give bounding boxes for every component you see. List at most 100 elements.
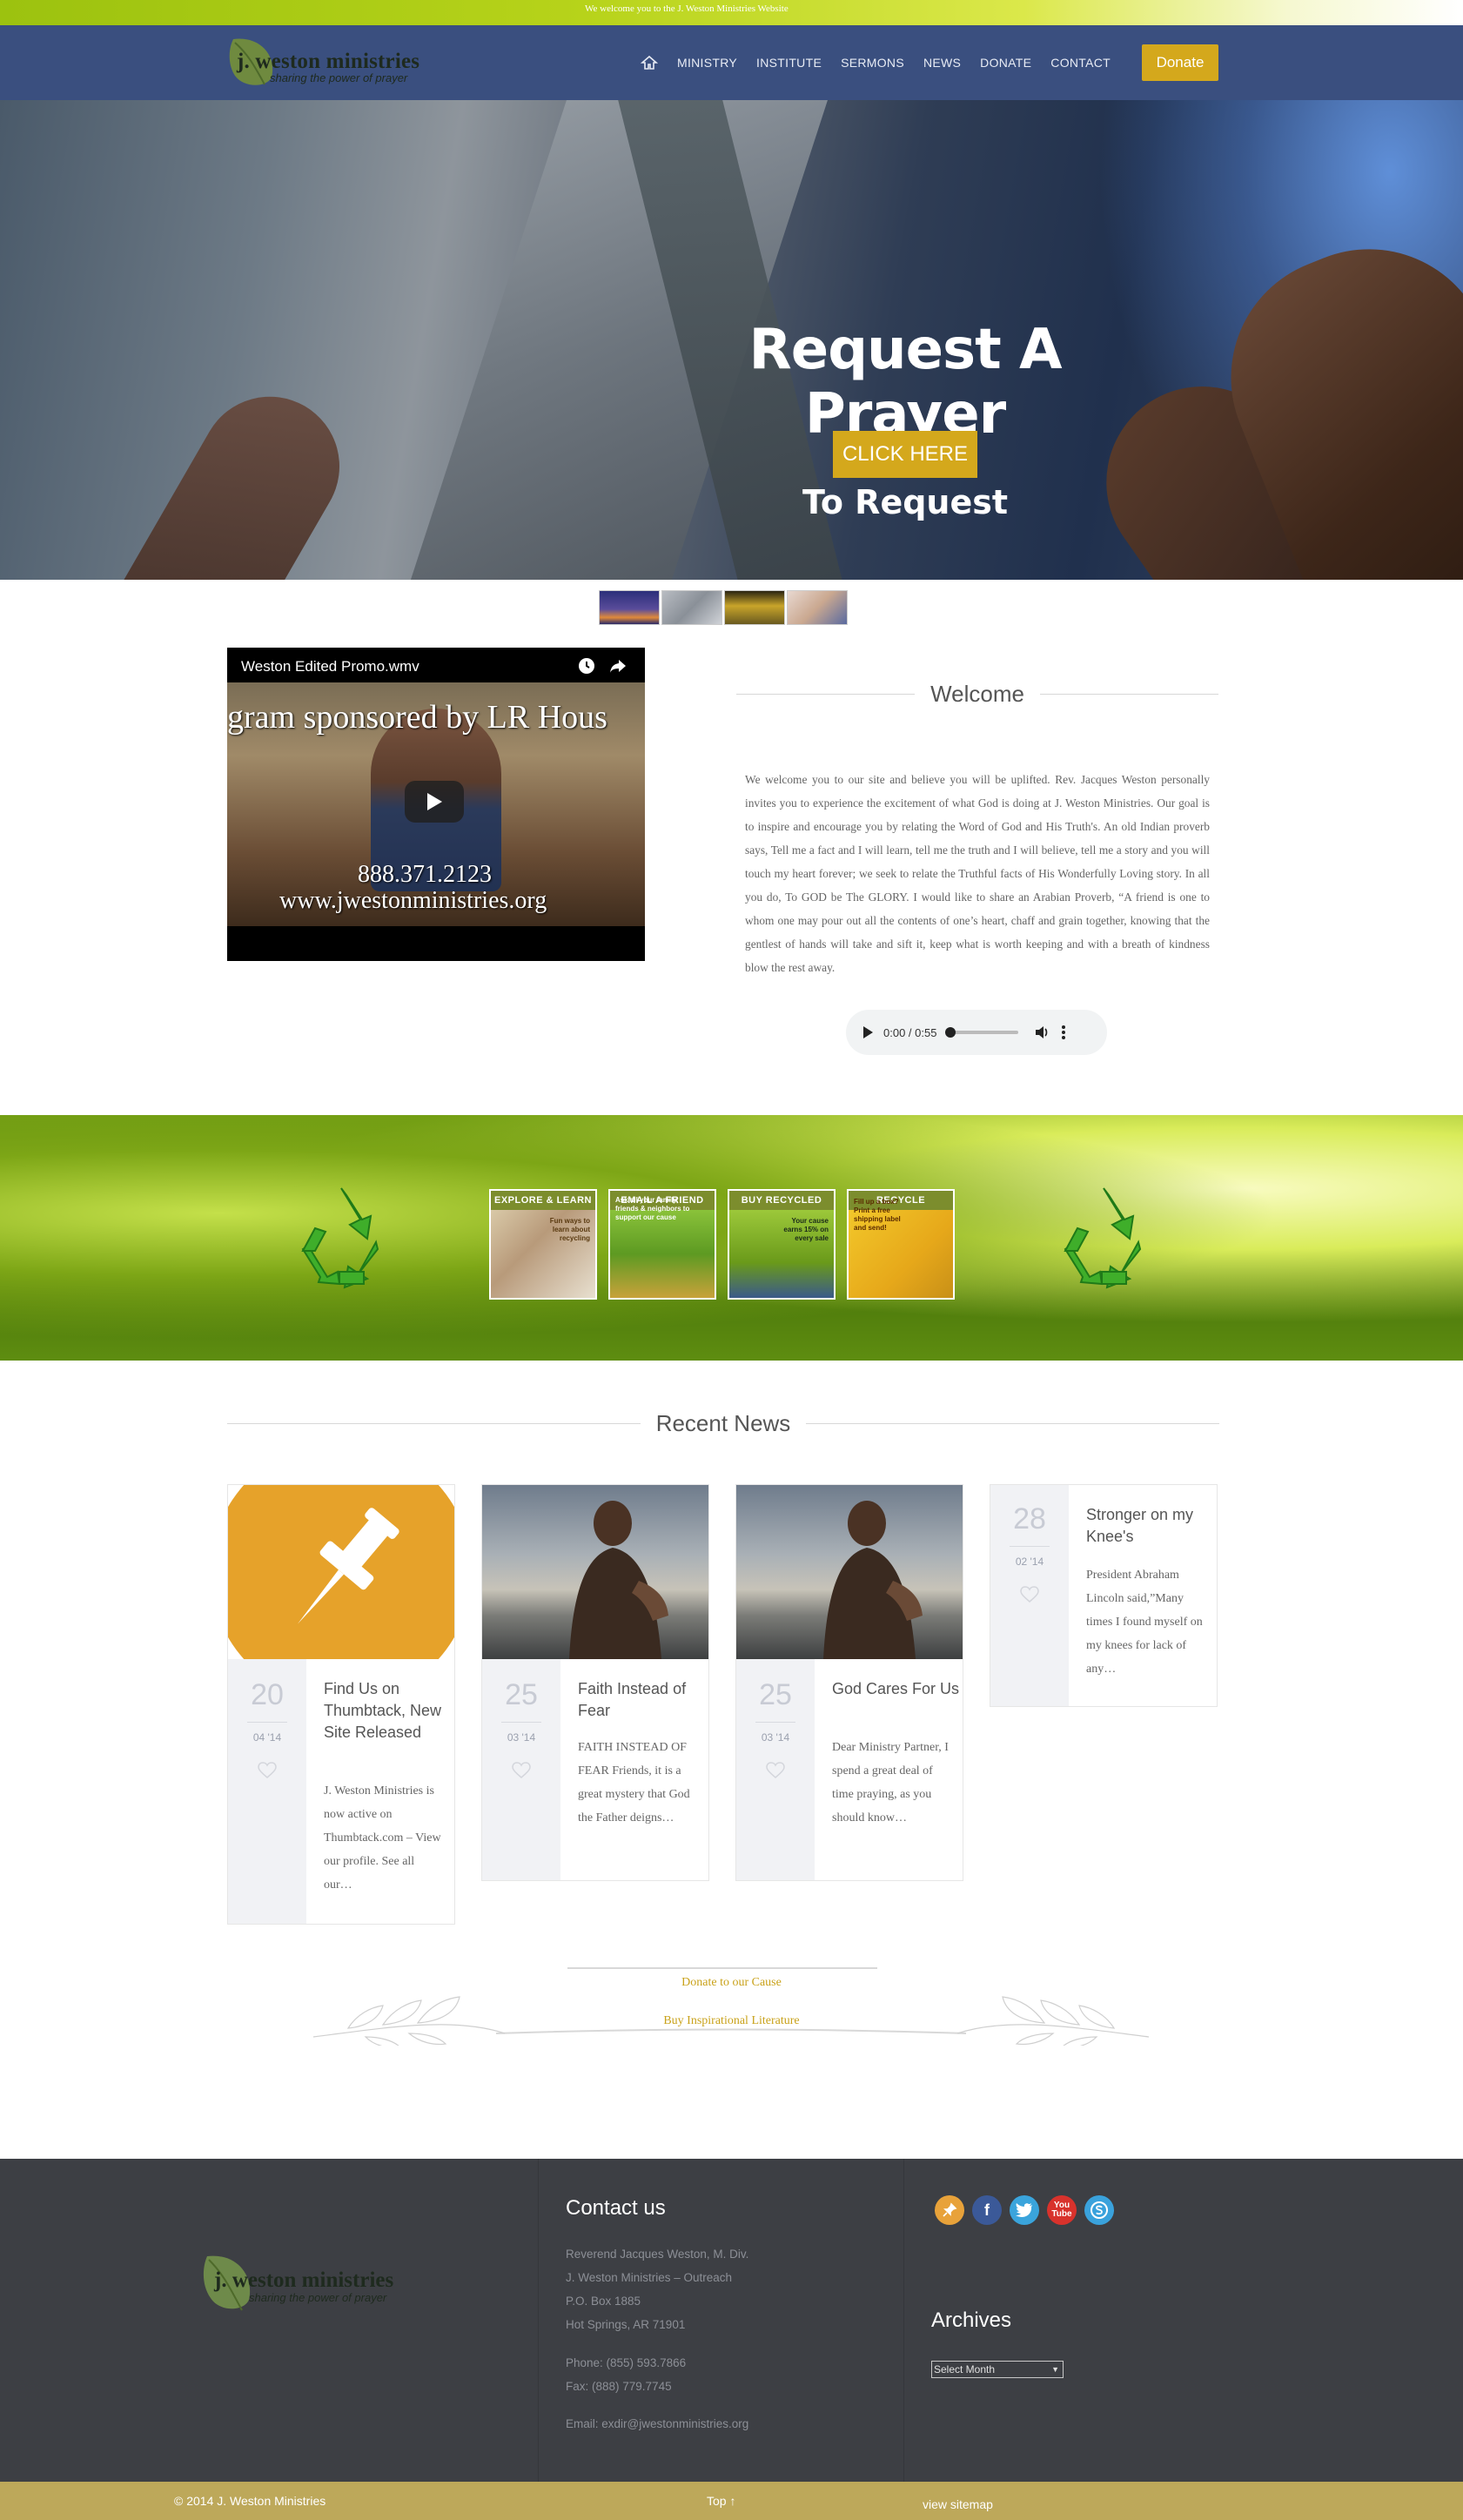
recent-news-title: Recent News [655, 1410, 791, 1436]
nav-news[interactable]: NEWS [923, 56, 961, 70]
more-options-icon[interactable] [1062, 1025, 1066, 1039]
promo-explore-learn[interactable]: EXPLORE & LEARN Fun ways to learn about … [489, 1189, 597, 1300]
footer-logo[interactable]: j. weston ministries sharing the power o… [197, 2249, 440, 2319]
footer-logo-name: j. weston ministries [214, 2268, 394, 2292]
logo-name: j. weston ministries [237, 50, 420, 73]
bird-glyph-icon [1016, 2203, 1032, 2217]
news-title[interactable]: God Cares For Us [832, 1678, 963, 1700]
logo-tagline: sharing the power of prayer [270, 71, 408, 84]
promo-buy-recycled[interactable]: BUY RECYCLED Your cause earns 15% on eve… [728, 1189, 836, 1300]
pushpin-icon [228, 1485, 454, 1659]
youtube-icon[interactable]: You Tube [1047, 2195, 1077, 2225]
audio-play-icon[interactable] [863, 1026, 873, 1038]
share-icon[interactable] [608, 656, 627, 675]
news-card[interactable]: 25 03 '14 Faith Instead of Fear FAITH IN… [481, 1484, 709, 1881]
heart-icon[interactable] [1020, 1586, 1039, 1603]
hero-cta-button[interactable]: CLICK HERE [833, 431, 977, 478]
video-player[interactable]: gram sponsored by LR Hous 888.371.2123 w… [227, 648, 645, 961]
archives-heading: Archives [931, 2308, 1012, 2332]
news-title[interactable]: Find Us on Thumbtack, New Site Released [324, 1678, 454, 1744]
nav-ministry[interactable]: MINISTRY [677, 56, 737, 70]
news-excerpt: Dear Ministry Partner, I spend a great d… [832, 1741, 949, 1824]
news-title[interactable]: Stronger on my Knee's [1086, 1504, 1217, 1548]
promo-label: EXPLORE & LEARN [491, 1191, 595, 1210]
promo-email-friend[interactable]: EMAIL A FRIEND Ask all your family, frie… [608, 1189, 716, 1300]
news-card-image[interactable] [482, 1485, 708, 1659]
volume-icon[interactable] [1034, 1025, 1050, 1040]
news-month: 03 '14 [755, 1722, 795, 1744]
audio-seek-bar[interactable] [945, 1027, 1019, 1038]
promo-recycle[interactable]: RECYCLE Fill up a box? Print a free ship… [847, 1189, 955, 1300]
news-month: 03 '14 [501, 1722, 541, 1744]
slider-thumb-4[interactable] [787, 590, 848, 625]
news-card[interactable]: 28 02 '14 Stronger on my Knee's Presiden… [990, 1484, 1218, 1707]
heart-icon[interactable] [258, 1762, 277, 1779]
news-day: 25 [505, 1678, 538, 1711]
heading-rule [806, 1423, 1219, 1424]
slider-thumbnails [599, 590, 848, 625]
video-url-text: www.jwestonministries.org [279, 887, 547, 914]
heading-rule [1039, 694, 1219, 695]
audio-time: 0:00 / 0:55 [883, 1025, 937, 1039]
contact-email[interactable]: Email: exdir@jwestonministries.org [566, 2417, 748, 2430]
announcement-bar: We welcome you to the J. Weston Ministri… [0, 0, 1463, 25]
news-excerpt: J. Weston Ministries is now active on Th… [324, 1784, 441, 1892]
recycling-banner: EXPLORE & LEARN Fun ways to learn about … [0, 1115, 1463, 1361]
recycle-icon [1064, 1187, 1142, 1289]
slider-thumb-1[interactable] [599, 590, 660, 625]
video-play-button[interactable] [405, 781, 464, 823]
news-day: 28 [1013, 1502, 1046, 1536]
skype-glyph-icon [1091, 2201, 1108, 2219]
contact-heading: Contact us [566, 2196, 666, 2220]
announcement-text: We welcome you to the J. Weston Ministri… [585, 3, 789, 14]
news-month: 04 '14 [247, 1722, 287, 1744]
nav-sermons[interactable]: SERMONS [841, 56, 904, 70]
heart-icon[interactable] [766, 1762, 785, 1779]
nav-institute[interactable]: INSTITUTE [756, 56, 822, 70]
news-card-image[interactable] [736, 1485, 963, 1659]
chevron-down-icon: ▼ [1051, 2365, 1059, 2374]
thumbtack-icon[interactable] [935, 2195, 964, 2225]
watch-later-icon[interactable] [577, 656, 596, 675]
audio-player[interactable]: 0:00 / 0:55 [846, 1010, 1107, 1055]
back-to-top-link[interactable]: Top ↑ [707, 2494, 735, 2508]
home-icon[interactable] [641, 55, 658, 71]
video-title[interactable]: Weston Edited Promo.wmv [241, 658, 419, 675]
news-card-image[interactable] [228, 1485, 454, 1659]
main-nav: MINISTRY INSTITUTE SERMONS NEWS DONATE C… [641, 54, 1130, 71]
site-logo[interactable]: j. weston ministries sharing the power o… [226, 34, 435, 91]
nav-donate[interactable]: DONATE [980, 56, 1031, 70]
hero-slider: Request A Prayer CLICK HERE To Request [0, 100, 1463, 580]
donate-button[interactable]: Donate [1142, 44, 1218, 81]
contact-line: Hot Springs, AR 71901 [566, 2318, 686, 2331]
promo-label: BUY RECYCLED [729, 1191, 834, 1210]
heart-icon[interactable] [512, 1762, 531, 1779]
welcome-title: Welcome [930, 681, 1024, 707]
copyright-text: © 2014 J. Weston Ministries [174, 2494, 326, 2508]
sitemap-link[interactable]: view sitemap [923, 2497, 993, 2511]
site-footer: j. weston ministries sharing the power o… [0, 2159, 1463, 2482]
promo-text: Your cause earns 15% on every sale [783, 1217, 829, 1242]
footer-logo-tagline: sharing the power of prayer [249, 2291, 387, 2304]
twitter-icon[interactable] [1010, 2195, 1039, 2225]
cta-rule [567, 1967, 877, 1969]
promo-text: Fill up a box? Print a free shipping lab… [854, 1198, 901, 1232]
slider-thumb-2[interactable] [661, 590, 722, 625]
praying-man-image [823, 1501, 923, 1659]
hero-hand-left [104, 371, 366, 580]
laurel-divider-icon [313, 1996, 1149, 2046]
pin-glyph-icon [943, 2202, 957, 2217]
nav-contact[interactable]: CONTACT [1050, 56, 1111, 70]
contact-line: J. Weston Ministries – Outreach [566, 2271, 733, 2284]
facebook-icon[interactable]: f [972, 2195, 1002, 2225]
recent-news-heading: Recent News [227, 1410, 1219, 1437]
news-card[interactable]: 20 04 '14 Find Us on Thumbtack, New Site… [227, 1484, 455, 1925]
news-title[interactable]: Faith Instead of Fear [578, 1678, 708, 1722]
promo-image [610, 1210, 715, 1298]
archives-select[interactable]: Select Month ▼ [931, 2361, 1064, 2378]
news-card[interactable]: 25 03 '14 God Cares For Us Dear Ministry… [735, 1484, 963, 1881]
archives-select-value: Select Month [934, 2363, 996, 2376]
skype-icon[interactable] [1084, 2195, 1114, 2225]
promo-text: Ask all your family, friends & neighbors… [615, 1196, 690, 1221]
slider-thumb-3[interactable] [724, 590, 785, 625]
